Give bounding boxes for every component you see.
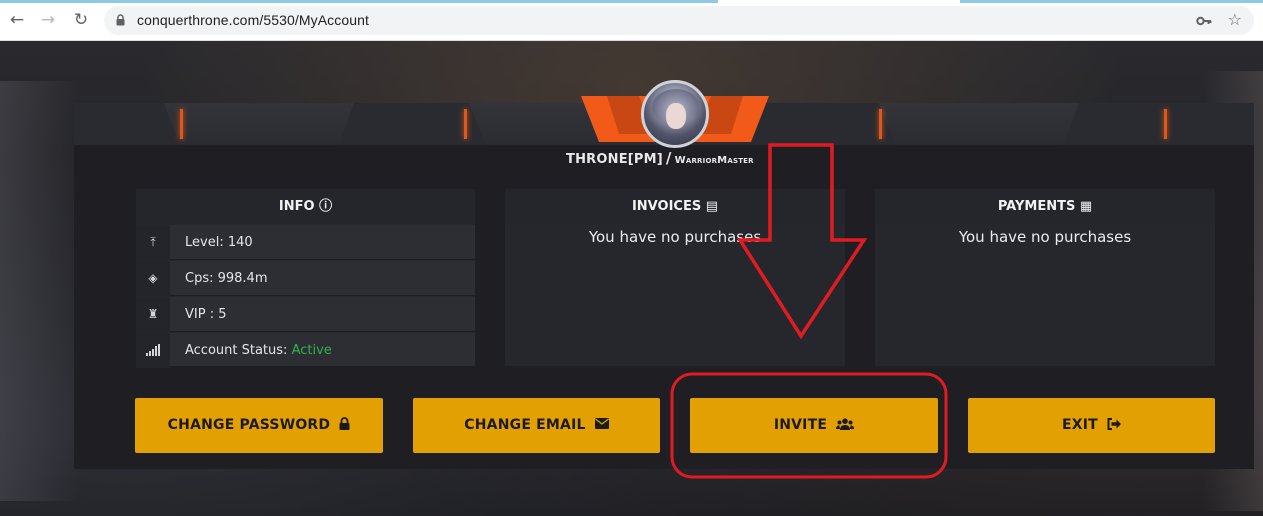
cps-label: Cps: 998.4m (185, 271, 268, 286)
payments-empty-message: You have no purchases (958, 228, 1132, 246)
status-label-text: Account Status: (185, 343, 292, 358)
back-arrow-icon[interactable]: ← (6, 9, 28, 31)
info-row-vip: ♜ VIP : 5 (136, 297, 475, 332)
invoices-empty-message: You have no purchases (588, 228, 762, 246)
invite-button[interactable]: INVITE (690, 398, 938, 453)
cash-register-icon: ▦ (1079, 199, 1093, 214)
player-name: WarriorMaster (674, 155, 754, 166)
level-up-icon: ⤒ (136, 225, 170, 260)
info-header: INFO ⓘ (136, 189, 475, 224)
change-password-label: CHANGE PASSWORD (167, 417, 331, 433)
exit-button[interactable]: EXIT (968, 398, 1215, 453)
bookmark-star-icon[interactable]: ☆ (1228, 10, 1242, 29)
info-row-status: Account Status: Active (136, 333, 475, 368)
users-group-icon (836, 418, 855, 430)
account-title: THRONE[PM] / WarriorMaster (566, 149, 806, 167)
signal-bars-icon (136, 333, 170, 368)
status-badge: Active (291, 343, 332, 358)
lock-icon (339, 417, 350, 430)
name-separator: / (665, 149, 672, 167)
avatar (641, 80, 709, 148)
browser-toolbar: ← → ↻ conquerthrone.com/5530/MyAccount ☆ (0, 0, 1263, 41)
envelope-icon (594, 418, 609, 429)
key-icon[interactable] (1196, 13, 1212, 29)
invite-label: INVITE (773, 417, 828, 433)
change-email-label: CHANGE EMAIL (464, 417, 586, 433)
url-text[interactable]: conquerthrone.com/5530/MyAccount (137, 12, 369, 28)
change-email-button[interactable]: CHANGE EMAIL (413, 398, 660, 453)
lock-icon[interactable] (116, 14, 125, 26)
level-label: Level: 140 (185, 235, 253, 250)
guild-name: THRONE[PM] (566, 152, 663, 167)
diamond-icon: ◈ (136, 261, 170, 296)
info-row-level: ⤒ Level: 140 (136, 225, 475, 260)
invoice-file-icon: ▤ (705, 199, 719, 214)
exit-label: EXIT (1062, 417, 1098, 433)
invoices-header: INVOICES ▤ (505, 189, 845, 224)
vip-label: VIP : 5 (185, 307, 227, 322)
reload-icon[interactable]: ↻ (70, 9, 92, 31)
payments-title: PAYMENTS (997, 199, 1076, 214)
payments-header: PAYMENTS ▦ (875, 189, 1215, 224)
active-tab[interactable] (718, 0, 960, 3)
info-circle-icon: ⓘ (319, 199, 333, 214)
address-bar[interactable]: conquerthrone.com/5530/MyAccount ☆ (104, 6, 1254, 35)
sign-out-icon (1107, 418, 1121, 430)
change-password-button[interactable]: CHANGE PASSWORD (135, 398, 383, 453)
forward-arrow-icon[interactable]: → (37, 9, 59, 31)
info-title: INFO (278, 199, 315, 214)
invoices-title: INVOICES (631, 199, 702, 214)
status-label: Account Status: Active (185, 343, 332, 358)
vip-user-icon: ♜ (136, 297, 170, 332)
tab-strip (0, 0, 1263, 3)
info-row-cps: ◈ Cps: 998.4m (136, 261, 475, 296)
